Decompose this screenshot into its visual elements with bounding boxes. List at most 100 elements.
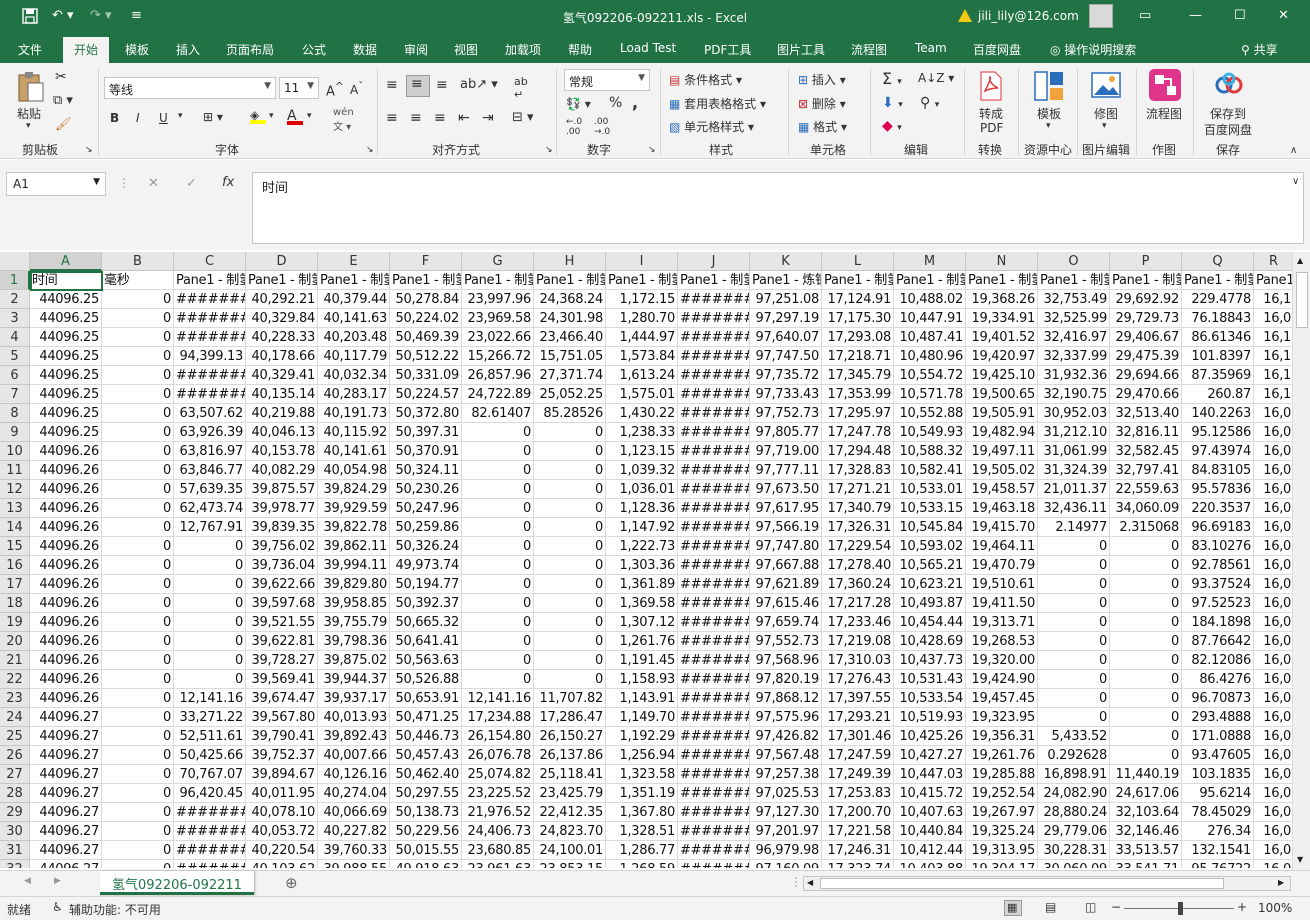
- data-cell[interactable]: 32,582.45: [1110, 442, 1182, 461]
- data-cell[interactable]: 28,880.24: [1038, 803, 1110, 822]
- paste-icon[interactable]: [16, 71, 46, 102]
- column-header[interactable]: K: [750, 252, 822, 271]
- data-cell[interactable]: 97,640.07: [750, 328, 822, 347]
- data-cell[interactable]: 16,0: [1254, 632, 1292, 651]
- data-cell[interactable]: 39,875.02: [318, 651, 390, 670]
- data-cell[interactable]: 97,615.46: [750, 594, 822, 613]
- data-cell[interactable]: 97,747.80: [750, 537, 822, 556]
- data-cell[interactable]: 19,497.11: [966, 442, 1038, 461]
- column-title-cell[interactable]: Pane1 - 制氢: [1182, 271, 1254, 290]
- data-cell[interactable]: 78.45029: [1182, 803, 1254, 822]
- alignment-launcher-icon[interactable]: ↘: [545, 145, 553, 155]
- data-cell[interactable]: 92.78561: [1182, 556, 1254, 575]
- data-cell[interactable]: 1,444.97: [606, 328, 678, 347]
- data-cell[interactable]: 0: [1038, 632, 1110, 651]
- account[interactable]: jili_lily@126.com: [958, 9, 1079, 23]
- data-cell[interactable]: 17,217.28: [822, 594, 894, 613]
- data-cell[interactable]: 40,141.63: [318, 309, 390, 328]
- data-cell[interactable]: 0: [102, 385, 174, 404]
- data-cell[interactable]: 19,464.11: [966, 537, 1038, 556]
- data-cell[interactable]: 32,337.99: [1038, 347, 1110, 366]
- data-cell[interactable]: 40,227.82: [318, 822, 390, 841]
- data-cell[interactable]: 10,531.43: [894, 670, 966, 689]
- data-cell[interactable]: 17,249.39: [822, 765, 894, 784]
- row-header[interactable]: 12: [0, 480, 30, 499]
- data-cell[interactable]: 44096.25: [30, 423, 102, 442]
- data-cell[interactable]: #######: [678, 347, 750, 366]
- data-cell[interactable]: 40,203.48: [318, 328, 390, 347]
- data-cell[interactable]: 0: [1038, 613, 1110, 632]
- data-cell[interactable]: 0: [534, 461, 606, 480]
- data-cell[interactable]: 50,653.91: [390, 689, 462, 708]
- column-header[interactable]: M: [894, 252, 966, 271]
- row-header[interactable]: 21: [0, 651, 30, 670]
- data-cell[interactable]: 17,301.46: [822, 727, 894, 746]
- data-cell[interactable]: 0: [462, 556, 534, 575]
- data-cell[interactable]: 0: [1038, 670, 1110, 689]
- data-cell[interactable]: 26,857.96: [462, 366, 534, 385]
- data-cell[interactable]: 33,271.22: [174, 708, 246, 727]
- data-cell[interactable]: 40,126.16: [318, 765, 390, 784]
- data-cell[interactable]: 39,622.66: [246, 575, 318, 594]
- data-cell[interactable]: 23,466.40: [534, 328, 606, 347]
- data-cell[interactable]: 0: [462, 499, 534, 518]
- data-cell[interactable]: 10,554.72: [894, 366, 966, 385]
- data-cell[interactable]: 103.1835: [1182, 765, 1254, 784]
- page-layout-view-icon[interactable]: ▤: [1045, 900, 1056, 914]
- data-cell[interactable]: 63,816.97: [174, 442, 246, 461]
- data-cell[interactable]: 17,295.97: [822, 404, 894, 423]
- data-cell[interactable]: 40,007.66: [318, 746, 390, 765]
- data-cell[interactable]: 96,979.98: [750, 841, 822, 860]
- tab-picture-tools[interactable]: 图片工具: [777, 41, 825, 58]
- data-cell[interactable]: 1,573.84: [606, 347, 678, 366]
- data-cell[interactable]: 10,533.01: [894, 480, 966, 499]
- data-cell[interactable]: 10,415.72: [894, 784, 966, 803]
- data-cell[interactable]: 97,025.53: [750, 784, 822, 803]
- data-cell[interactable]: 44096.26: [30, 575, 102, 594]
- data-cell[interactable]: 40,013.93: [318, 708, 390, 727]
- data-cell[interactable]: 0: [174, 651, 246, 670]
- data-cell[interactable]: 40,283.17: [318, 385, 390, 404]
- data-cell[interactable]: 0: [462, 670, 534, 689]
- data-cell[interactable]: 97,617.95: [750, 499, 822, 518]
- data-cell[interactable]: 1,192.29: [606, 727, 678, 746]
- data-cell[interactable]: 19,368.26: [966, 290, 1038, 309]
- data-cell[interactable]: 0: [102, 841, 174, 860]
- column-title-cell[interactable]: Pane1 - 制氢: [246, 271, 318, 290]
- data-cell[interactable]: 50,370.91: [390, 442, 462, 461]
- data-cell[interactable]: 10,425.26: [894, 727, 966, 746]
- data-cell[interactable]: 17,247.78: [822, 423, 894, 442]
- to-pdf-label-2[interactable]: PDF: [980, 121, 1003, 135]
- data-cell[interactable]: 0: [102, 537, 174, 556]
- row-header[interactable]: 9: [0, 423, 30, 442]
- data-cell[interactable]: 22,412.35: [534, 803, 606, 822]
- data-cell[interactable]: 0: [102, 803, 174, 822]
- column-title-cell[interactable]: 毫秒: [102, 271, 174, 290]
- data-cell[interactable]: 85.28526: [534, 404, 606, 423]
- column-header[interactable]: D: [246, 252, 318, 271]
- column-title-cell[interactable]: Pane1 - 制氢: [462, 271, 534, 290]
- tab-data[interactable]: 数据: [353, 41, 377, 58]
- data-cell[interactable]: #######: [678, 404, 750, 423]
- next-sheet-icon[interactable]: ▶: [54, 876, 61, 886]
- data-cell[interactable]: 0: [1110, 613, 1182, 632]
- data-cell[interactable]: 39,988.55: [318, 860, 390, 868]
- data-cell[interactable]: 50,512.22: [390, 347, 462, 366]
- data-cell[interactable]: #######: [678, 556, 750, 575]
- data-cell[interactable]: 40,329.41: [246, 366, 318, 385]
- data-cell[interactable]: 32,816.11: [1110, 423, 1182, 442]
- data-cell[interactable]: #######: [678, 784, 750, 803]
- data-cell[interactable]: 5,433.52: [1038, 727, 1110, 746]
- data-cell[interactable]: 31,212.10: [1038, 423, 1110, 442]
- column-title-cell[interactable]: Pane1 - 制氢: [534, 271, 606, 290]
- data-cell[interactable]: 0: [1038, 651, 1110, 670]
- data-cell[interactable]: 220.3537: [1182, 499, 1254, 518]
- row-header[interactable]: 10: [0, 442, 30, 461]
- data-cell[interactable]: 260.87: [1182, 385, 1254, 404]
- data-cell[interactable]: 44096.27: [30, 746, 102, 765]
- data-cell[interactable]: 229.4778: [1182, 290, 1254, 309]
- data-cell[interactable]: 50,563.63: [390, 651, 462, 670]
- tab-add-ins[interactable]: 加载项: [505, 41, 541, 58]
- tab-templates[interactable]: 模板: [125, 41, 149, 58]
- accounting-format-icon[interactable]: 💱 ▾: [566, 97, 591, 111]
